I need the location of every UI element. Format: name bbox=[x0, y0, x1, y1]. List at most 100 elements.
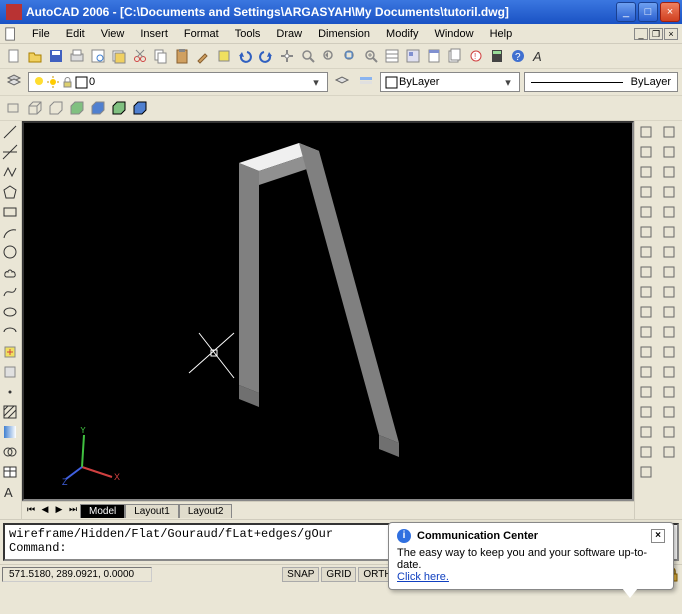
new-icon[interactable] bbox=[4, 46, 24, 66]
popup-close-button[interactable]: × bbox=[651, 529, 665, 543]
match-prop-icon[interactable] bbox=[193, 46, 213, 66]
gradient-icon[interactable] bbox=[0, 422, 20, 442]
tool-palettes-icon[interactable] bbox=[424, 46, 444, 66]
mtext-icon[interactable]: A bbox=[0, 482, 20, 502]
zoom-win-icon[interactable] bbox=[340, 46, 360, 66]
extend-icon[interactable] bbox=[659, 322, 679, 342]
hidden-icon[interactable] bbox=[46, 98, 66, 118]
offset-icon[interactable] bbox=[659, 182, 679, 202]
app-intersect-icon[interactable] bbox=[636, 242, 656, 262]
coordinate-display[interactable]: 571.5180, 289.0921, 0.0000 bbox=[2, 567, 152, 582]
design-center-icon[interactable] bbox=[403, 46, 423, 66]
open-icon[interactable] bbox=[25, 46, 45, 66]
osnap-settings-icon[interactable] bbox=[636, 462, 656, 482]
status-toggle-grid[interactable]: GRID bbox=[321, 567, 356, 582]
layer-manager-button[interactable] bbox=[4, 72, 24, 92]
layer-states-button[interactable] bbox=[356, 72, 376, 92]
scale-icon[interactable] bbox=[659, 262, 679, 282]
layer-dropdown[interactable]: 0 ▾ bbox=[28, 72, 328, 92]
midpoint-icon[interactable] bbox=[636, 202, 656, 222]
zoom-prev-icon[interactable] bbox=[319, 46, 339, 66]
menu-format[interactable]: Format bbox=[176, 26, 227, 42]
close-button[interactable]: × bbox=[660, 2, 680, 22]
minimize-button[interactable]: _ bbox=[616, 2, 636, 22]
temp-track-icon[interactable] bbox=[636, 142, 656, 162]
redo-icon[interactable] bbox=[256, 46, 276, 66]
block-insert-icon[interactable] bbox=[0, 342, 20, 362]
calc-icon[interactable] bbox=[487, 46, 507, 66]
table-icon[interactable] bbox=[0, 462, 20, 482]
drawing-viewport[interactable]: X Y Z bbox=[22, 121, 634, 501]
flat-icon[interactable] bbox=[67, 98, 87, 118]
save-icon[interactable] bbox=[46, 46, 66, 66]
menu-file[interactable]: File bbox=[24, 26, 58, 42]
layer-prev-button[interactable] bbox=[332, 72, 352, 92]
center-icon[interactable] bbox=[636, 282, 656, 302]
gouraud-edges-icon[interactable] bbox=[130, 98, 150, 118]
plot-preview-icon[interactable] bbox=[88, 46, 108, 66]
erase-icon[interactable] bbox=[659, 122, 679, 142]
status-toggle-snap[interactable]: SNAP bbox=[282, 567, 319, 582]
endpoint-icon[interactable] bbox=[636, 182, 656, 202]
break-pt-icon[interactable] bbox=[659, 342, 679, 362]
3d-wire-icon[interactable] bbox=[25, 98, 45, 118]
mdi-restore-button[interactable]: ❐ bbox=[649, 28, 663, 40]
markup-icon[interactable]: ! bbox=[466, 46, 486, 66]
parallel-icon[interactable] bbox=[636, 362, 656, 382]
linetype-dropdown[interactable]: ByLayer bbox=[524, 72, 678, 92]
dist-icon[interactable] bbox=[636, 122, 656, 142]
menu-edit[interactable]: Edit bbox=[58, 26, 93, 42]
trim-icon[interactable] bbox=[659, 302, 679, 322]
xline-icon[interactable] bbox=[0, 142, 20, 162]
menu-insert[interactable]: Insert bbox=[132, 26, 176, 42]
tab-layout1[interactable]: Layout1 bbox=[125, 504, 179, 518]
quadrant-icon[interactable] bbox=[636, 302, 656, 322]
tab-next-button[interactable]: ▶ bbox=[52, 504, 66, 518]
intersect-icon[interactable] bbox=[636, 222, 656, 242]
move-icon[interactable] bbox=[659, 222, 679, 242]
tab-layout2[interactable]: Layout2 bbox=[179, 504, 233, 518]
block-editor-icon[interactable] bbox=[214, 46, 234, 66]
rectangle-icon[interactable] bbox=[0, 202, 20, 222]
publish-icon[interactable] bbox=[109, 46, 129, 66]
explode-icon[interactable] bbox=[659, 442, 679, 462]
arc-icon[interactable] bbox=[0, 222, 20, 242]
help-icon[interactable]: ? bbox=[508, 46, 528, 66]
perp-icon[interactable] bbox=[636, 342, 656, 362]
menu-dimension[interactable]: Dimension bbox=[310, 26, 378, 42]
menu-help[interactable]: Help bbox=[482, 26, 521, 42]
ext-icon[interactable] bbox=[636, 262, 656, 282]
copy-icon[interactable] bbox=[151, 46, 171, 66]
region-icon[interactable] bbox=[0, 442, 20, 462]
sheet-set-icon[interactable] bbox=[445, 46, 465, 66]
none-icon[interactable] bbox=[636, 442, 656, 462]
break-icon[interactable] bbox=[659, 362, 679, 382]
text-style-icon[interactable]: A bbox=[529, 46, 549, 66]
undo-icon[interactable] bbox=[235, 46, 255, 66]
pan-icon[interactable] bbox=[277, 46, 297, 66]
join-icon[interactable] bbox=[659, 382, 679, 402]
mdi-close-button[interactable]: × bbox=[664, 28, 678, 40]
popup-link[interactable]: Click here. bbox=[397, 571, 449, 583]
chamfer-icon[interactable] bbox=[659, 402, 679, 422]
spline-icon[interactable] bbox=[0, 282, 20, 302]
gouraud-icon[interactable] bbox=[88, 98, 108, 118]
mdi-minimize-button[interactable]: _ bbox=[634, 28, 648, 40]
revcloud-icon[interactable] bbox=[0, 262, 20, 282]
array-icon[interactable] bbox=[659, 202, 679, 222]
chevron-down-icon[interactable]: ▾ bbox=[309, 76, 323, 89]
ellipse-arc-icon[interactable] bbox=[0, 322, 20, 342]
cut-icon[interactable] bbox=[130, 46, 150, 66]
paste-icon[interactable] bbox=[172, 46, 192, 66]
chevron-down-icon[interactable]: ▾ bbox=[501, 76, 515, 89]
ellipse-icon[interactable] bbox=[0, 302, 20, 322]
rotate-icon[interactable] bbox=[659, 242, 679, 262]
polygon-icon[interactable] bbox=[0, 182, 20, 202]
menu-draw[interactable]: Draw bbox=[268, 26, 310, 42]
menu-window[interactable]: Window bbox=[426, 26, 481, 42]
color-dropdown[interactable]: ByLayer ▾ bbox=[380, 72, 520, 92]
zoom-icon[interactable] bbox=[361, 46, 381, 66]
menu-tools[interactable]: Tools bbox=[227, 26, 269, 42]
polyline-icon[interactable] bbox=[0, 162, 20, 182]
circle-icon[interactable] bbox=[0, 242, 20, 262]
